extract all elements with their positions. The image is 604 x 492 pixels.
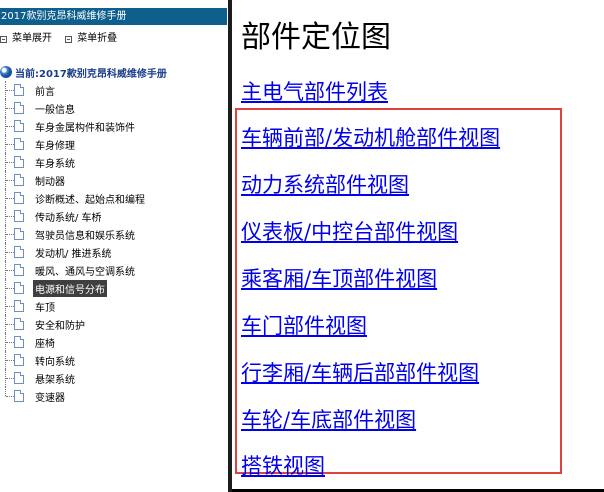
tree-item-label: 一般信息: [35, 104, 75, 116]
tree-connector: [6, 306, 14, 307]
tree-item[interactable]: 一般信息: [0, 99, 147, 117]
tree-item-label: 车身系统: [35, 158, 75, 170]
document-icon: [14, 336, 24, 348]
tree-connector: [6, 234, 14, 235]
menu-toolbar: 菜单展开 菜单折叠: [0, 30, 127, 48]
tree-connector: [6, 342, 14, 343]
tree-item[interactable]: 安全和防护: [0, 315, 147, 333]
component-view-link[interactable]: 乘客厢/车顶部件视图: [241, 263, 437, 293]
document-icon: [14, 228, 24, 240]
page-title: 部件定位图: [241, 20, 391, 55]
tree-connector: [6, 126, 14, 127]
tree-item[interactable]: 车身修理: [0, 135, 147, 153]
tree-item-label: 悬架系统: [35, 374, 75, 386]
component-view-link[interactable]: 仪表板/中控台部件视图: [241, 216, 458, 246]
tree-item[interactable]: 座椅: [0, 333, 147, 351]
component-view-link[interactable]: 行李厢/车辆后部部件视图: [241, 357, 479, 387]
tree-item-label: 发动机/ 推进系统: [35, 248, 112, 260]
document-icon: [14, 174, 24, 186]
component-view-link[interactable]: 车门部件视图: [241, 310, 367, 340]
document-icon: [14, 246, 24, 258]
tree-item-label: 变速器: [35, 392, 65, 404]
component-view-link[interactable]: 车辆前部/发动机舱部件视图: [241, 122, 500, 152]
tree-connector: [6, 252, 14, 253]
tree-item[interactable]: 发动机/ 推进系统: [0, 243, 147, 261]
tree-item[interactable]: 转向系统: [0, 351, 147, 369]
component-view-link[interactable]: 车轮/车底部件视图: [241, 404, 416, 434]
tree-item-label: 前言: [35, 86, 55, 98]
menu-collapse-label: 菜单折叠: [77, 33, 118, 44]
tree-item-label: 暖风、通风与空调系统: [35, 266, 135, 278]
tree-item[interactable]: 电源和信号分布: [0, 279, 147, 297]
tree-item[interactable]: 车身系统: [0, 153, 147, 171]
tree-connector: [6, 270, 14, 271]
tree-connector: [6, 288, 14, 289]
content-pane: 部件定位图 主电气部件列表车辆前部/发动机舱部件视图 动力系统部件视图仪表板/中控…: [232, 0, 604, 492]
menu-collapse-button[interactable]: 菜单折叠: [65, 30, 117, 48]
tree-item-label: 安全和防护: [35, 320, 85, 332]
tree-connector: [6, 198, 14, 199]
document-icon: [14, 318, 24, 330]
tree-connector: [6, 216, 14, 217]
component-view-link[interactable]: 搭铁视图: [241, 450, 325, 480]
tree-item-label: 驾驶员信息和娱乐系统: [35, 230, 135, 242]
document-icon: [14, 138, 24, 150]
tree-item-label: 电源和信号分布: [33, 279, 107, 297]
tree-item[interactable]: 诊断概述、起始点和编程: [0, 189, 147, 207]
tree-item-label: 传动系统/ 车桥: [35, 212, 102, 224]
tree-connector: [6, 378, 14, 379]
document-icon: [14, 210, 24, 222]
tree-item-label: 车身修理: [35, 140, 75, 152]
chapter-tree: 前言一般信息车身金属构件和装饰件 车身修理车身系统制动器诊断概述、起始点和编程 传动…: [0, 81, 147, 405]
document-icon: [14, 300, 24, 312]
component-view-link[interactable]: 动力系统部件视图: [241, 169, 409, 199]
tree-connector: [6, 180, 14, 181]
tree-item[interactable]: 暖风、通风与空调系统: [0, 261, 147, 279]
tree-item[interactable]: 车身金属构件和装饰件: [0, 117, 147, 135]
tree-item-label: 车身金属构件和装饰件: [35, 122, 135, 134]
tree-item-label: 诊断概述、起始点和编程: [35, 194, 145, 206]
tree-connector: [5, 387, 6, 396]
expand-icon: [0, 35, 7, 43]
tree-item-label: 制动器: [35, 176, 65, 188]
document-icon: [14, 84, 24, 96]
tree-connector: [6, 90, 14, 91]
navigation-pane: 2017款别克昂科威维修手册 菜单展开 菜单折叠 当前:2017款别克昂科威维修…: [0, 0, 228, 492]
component-view-link[interactable]: 主电气部件列表: [241, 76, 388, 106]
tree-connector: [6, 324, 14, 325]
tree-item[interactable]: 车顶: [0, 297, 147, 315]
tree-item[interactable]: 悬架系统: [0, 369, 147, 387]
tree-connector: [6, 396, 14, 397]
tree-item-label: 座椅: [35, 338, 55, 350]
menu-expand-button[interactable]: 菜单展开: [0, 30, 52, 48]
tree-item[interactable]: 传动系统/ 车桥: [0, 207, 147, 225]
document-icon: [14, 390, 24, 402]
document-icon: [14, 282, 24, 294]
tree-connector: [6, 162, 14, 163]
tree-item[interactable]: 变速器: [0, 387, 147, 405]
document-icon: [14, 264, 24, 276]
document-icon: [14, 156, 24, 168]
tree-item-label: 转向系统: [35, 356, 75, 368]
tree-root-label: 当前:2017款别克昂科威维修手册: [15, 68, 167, 80]
tree-item[interactable]: 驾驶员信息和娱乐系统: [0, 225, 147, 243]
collapse-icon: [65, 35, 73, 43]
tree-connector: [6, 144, 14, 145]
document-icon: [14, 192, 24, 204]
tree-item[interactable]: 前言: [0, 81, 147, 99]
tree-connector: [6, 108, 14, 109]
globe-icon: [0, 66, 12, 78]
manual-title-bar: 2017款别克昂科威维修手册: [0, 8, 227, 25]
tree-item-label: 车顶: [35, 302, 55, 314]
menu-expand-label: 菜单展开: [12, 33, 52, 44]
document-icon: [14, 354, 24, 366]
document-icon: [14, 372, 24, 384]
document-icon: [14, 120, 24, 132]
document-icon: [14, 102, 24, 114]
tree-connector: [6, 360, 14, 361]
tree-item[interactable]: 制动器: [0, 171, 147, 189]
tree-root[interactable]: 当前:2017款别克昂科威维修手册: [0, 65, 167, 80]
